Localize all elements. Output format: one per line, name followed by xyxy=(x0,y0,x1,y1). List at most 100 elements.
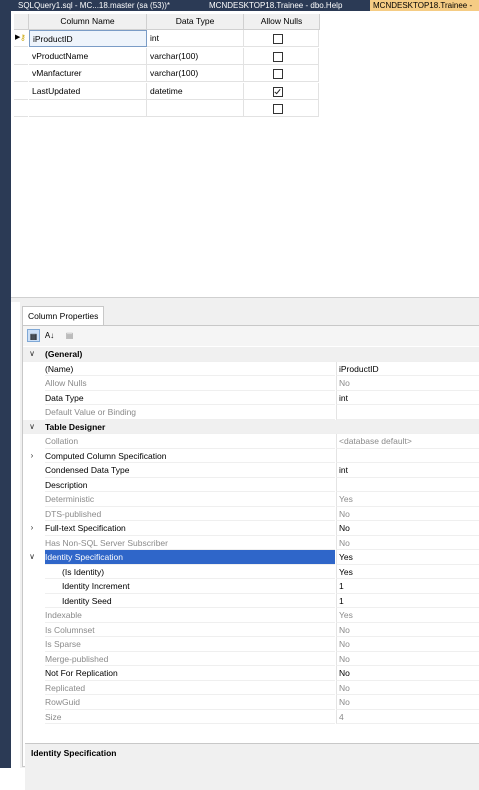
row-selector[interactable] xyxy=(14,48,28,65)
property-row[interactable]: Is Columnset No xyxy=(23,622,479,637)
cell-allow-nulls xyxy=(244,82,319,100)
cell-column-name[interactable]: LastUpdated xyxy=(29,82,147,100)
cell-column-name[interactable]: vManfacturer xyxy=(29,65,147,82)
property-name: Full-text Specification xyxy=(45,521,335,536)
row-selector[interactable] xyxy=(14,100,28,117)
expand-chevron-icon[interactable]: › xyxy=(27,521,37,536)
property-value[interactable] xyxy=(336,405,479,420)
property-name: Size xyxy=(45,710,335,724)
allow-nulls-checkbox[interactable] xyxy=(273,34,283,44)
cell-data-type[interactable]: datetime xyxy=(147,82,244,100)
document-tab-bar: SQLQuery1.sql - MC...18.master (sa (53))… xyxy=(0,0,479,11)
cell-allow-nulls xyxy=(244,65,319,82)
property-value[interactable]: Yes xyxy=(336,608,479,623)
property-row[interactable]: Identity Seed 1 xyxy=(23,593,479,608)
property-value[interactable] xyxy=(336,477,479,492)
property-row[interactable]: Has Non-SQL Server Subscriber No xyxy=(23,535,479,550)
column-properties-tab[interactable]: Column Properties xyxy=(22,306,105,325)
property-value[interactable]: No xyxy=(336,695,479,710)
property-row[interactable]: (Name) iProductID xyxy=(23,361,479,376)
property-name: Description xyxy=(45,478,335,492)
property-row[interactable]: (Is Identity) Yes xyxy=(23,564,479,579)
collapse-chevron-icon[interactable]: ∨ xyxy=(27,550,37,565)
property-value[interactable]: <database default> xyxy=(336,434,479,449)
property-value[interactable]: No xyxy=(336,637,479,652)
property-value[interactable]: No xyxy=(336,651,479,666)
cell-data-type[interactable]: varchar(100) xyxy=(147,47,244,65)
tab-dbo-help[interactable]: MCNDESKTOP18.Trainee - dbo.Help xyxy=(206,0,369,11)
collapse-chevron-icon[interactable]: ∨ xyxy=(27,347,37,362)
property-value[interactable]: Yes xyxy=(336,550,479,565)
property-row[interactable]: Size 4 xyxy=(23,709,479,724)
allow-nulls-checkbox[interactable] xyxy=(273,86,283,97)
tab-table-designer[interactable]: MCNDESKTOP18.Trainee - xyxy=(370,0,479,11)
property-value[interactable] xyxy=(336,448,479,463)
property-row[interactable]: Collation <database default> xyxy=(23,434,479,449)
table-row[interactable]: vProductName varchar(100) xyxy=(14,47,319,65)
tab-sqlquery1[interactable]: SQLQuery1.sql - MC...18.master (sa (53))… xyxy=(15,0,206,11)
property-value[interactable]: No xyxy=(336,666,479,681)
allow-nulls-checkbox[interactable] xyxy=(273,104,283,114)
property-value[interactable]: 1 xyxy=(336,593,479,608)
property-row[interactable]: Replicated No xyxy=(23,680,479,695)
description-box: Identity Specification xyxy=(25,743,479,790)
table-row[interactable]: LastUpdated datetime xyxy=(14,82,319,100)
property-row[interactable]: RowGuid No xyxy=(23,695,479,710)
property-row[interactable]: Description xyxy=(23,477,479,492)
property-row[interactable]: Merge-published No xyxy=(23,651,479,666)
header-column-name: Column Name xyxy=(29,14,147,30)
property-value[interactable]: int xyxy=(336,463,479,478)
allow-nulls-checkbox[interactable] xyxy=(273,51,283,62)
property-grid: ▦ A↓ ▤ (General) ∨ (Name) iProductID Allow N… xyxy=(22,325,479,790)
property-value[interactable]: No xyxy=(336,535,479,550)
table-row[interactable]: ▶ ⚷ iProductID int xyxy=(14,30,319,47)
table-row[interactable]: vManfacturer varchar(100) xyxy=(14,65,319,82)
property-row[interactable]: Computed Column Specification › xyxy=(23,448,479,464)
row-selector[interactable] xyxy=(14,65,28,82)
allow-nulls-checkbox[interactable] xyxy=(273,69,283,79)
property-row[interactable]: Full-text Specification › No xyxy=(23,521,479,536)
cell-column-name[interactable]: vProductName xyxy=(29,47,147,65)
property-name: Identity Seed xyxy=(45,594,335,608)
cell-data-type[interactable]: varchar(100) xyxy=(147,65,244,82)
property-row[interactable]: Data Type int xyxy=(23,390,479,405)
property-row[interactable]: Not For Replication No xyxy=(23,666,479,681)
property-value[interactable]: 1 xyxy=(336,579,479,594)
property-row[interactable]: Identity Increment 1 xyxy=(23,579,479,594)
property-row[interactable]: Condensed Data Type int xyxy=(23,463,479,478)
alphabetical-sort-icon[interactable]: A↓ xyxy=(43,329,56,342)
cell-data-type[interactable] xyxy=(147,100,244,117)
table-row[interactable] xyxy=(14,100,319,117)
property-pages-icon[interactable]: ▤ xyxy=(63,329,76,342)
cell-column-name[interactable] xyxy=(29,100,147,117)
property-value[interactable]: 4 xyxy=(336,709,479,724)
property-value[interactable]: Yes xyxy=(336,492,479,507)
expand-chevron-icon[interactable]: › xyxy=(27,449,37,464)
property-row[interactable]: Deterministic Yes xyxy=(23,492,479,507)
property-name: Indexable xyxy=(45,608,335,623)
property-value[interactable]: Yes xyxy=(336,564,479,579)
property-row[interactable]: DTS-published No xyxy=(23,506,479,521)
property-category[interactable]: Table Designer ∨ xyxy=(23,419,479,435)
row-selector[interactable]: ▶ ⚷ xyxy=(14,30,28,47)
property-category[interactable]: (General) ∨ xyxy=(23,347,479,362)
property-value[interactable]: No xyxy=(336,506,479,521)
property-value[interactable]: int xyxy=(336,390,479,405)
row-selector[interactable] xyxy=(14,83,28,100)
property-value[interactable]: No xyxy=(336,376,479,391)
property-row[interactable]: Default Value or Binding xyxy=(23,405,479,420)
property-row[interactable]: Is Sparse No xyxy=(23,637,479,652)
property-row[interactable]: Allow Nulls No xyxy=(23,376,479,391)
property-value[interactable]: No xyxy=(336,622,479,637)
property-row[interactable]: Identity Specification ∨ Yes xyxy=(23,550,479,565)
property-row[interactable]: Indexable Yes xyxy=(23,608,479,623)
collapse-chevron-icon[interactable]: ∨ xyxy=(27,420,37,435)
property-name: Allow Nulls xyxy=(45,376,335,391)
cell-column-name[interactable]: iProductID xyxy=(29,30,147,47)
property-value[interactable]: iProductID xyxy=(336,361,479,376)
column-properties-pane: Column Properties ▦ A↓ ▤ (General) ∨ (Name… xyxy=(20,302,479,790)
property-value[interactable]: No xyxy=(336,680,479,695)
cell-data-type[interactable]: int xyxy=(147,30,244,47)
property-value[interactable]: No xyxy=(336,521,479,536)
categorized-icon[interactable]: ▦ xyxy=(27,329,40,342)
